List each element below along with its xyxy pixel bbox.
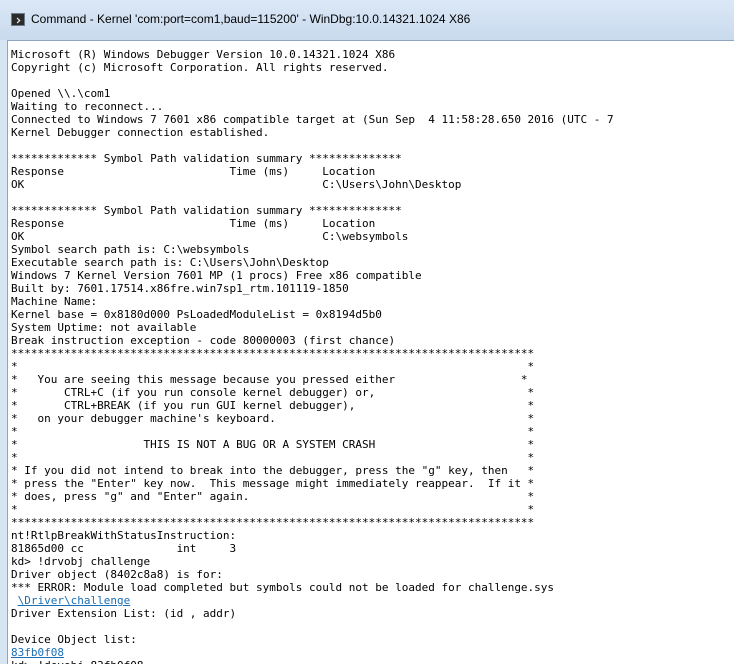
- console-line: Opened \\.\com1: [11, 87, 111, 100]
- window-title: Command - Kernel 'com:port=com1,baud=115…: [31, 12, 471, 26]
- console-line: * *: [11, 503, 535, 516]
- console-line: * on your debugger machine's keyboard. *: [11, 412, 535, 425]
- console-line: * CTRL+BREAK (if you run GUI kernel debu…: [11, 399, 535, 412]
- console-line: nt!RtlpBreakWithStatusInstruction:: [11, 529, 237, 542]
- console-line: Machine Name:: [11, 295, 98, 308]
- windbg-icon: [11, 13, 25, 26]
- console-output: Microsoft (R) Windows Debugger Version 1…: [8, 41, 734, 664]
- console-line: * *: [11, 360, 535, 373]
- console-line: Symbol search path is: C:\websymbols: [11, 243, 250, 256]
- console-line: Windows 7 Kernel Version 7601 MP (1 proc…: [11, 269, 422, 282]
- console-line: * does, press "g" and "Enter" again. *: [11, 490, 535, 503]
- console-line: Executable search path is: C:\Users\John…: [11, 256, 329, 269]
- console-line: Connected to Windows 7 7601 x86 compatib…: [11, 113, 614, 126]
- windbg-window: Command - Kernel 'com:port=com1,baud=115…: [0, 0, 734, 664]
- console-line: OK C:\Users\John\Desktop: [11, 178, 462, 191]
- title-bar[interactable]: Command - Kernel 'com:port=com1,baud=115…: [0, 0, 734, 40]
- console-line: * *: [11, 425, 535, 438]
- console-line: Response Time (ms) Location: [11, 217, 376, 230]
- console-line: ************* Symbol Path validation sum…: [11, 152, 402, 165]
- console-line: Break instruction exception - code 80000…: [11, 334, 396, 347]
- console-line: kd> !devobj 83fb0f08: [11, 659, 143, 664]
- console-line: * You are seeing this message because yo…: [11, 373, 528, 386]
- console-line: Kernel Debugger connection established.: [11, 126, 270, 139]
- console-line: 81865d00 cc int 3: [11, 542, 237, 555]
- command-output-pane[interactable]: Microsoft (R) Windows Debugger Version 1…: [7, 40, 734, 664]
- console-line: Driver Extension List: (id , addr): [11, 607, 237, 620]
- console-line: OK C:\websymbols: [11, 230, 409, 243]
- console-line: System Uptime: not available: [11, 321, 197, 334]
- console-line: Device Object list:: [11, 633, 137, 646]
- console-link[interactable]: 83fb0f08: [11, 646, 64, 659]
- console-line: kd> !drvobj challenge: [11, 555, 151, 568]
- console-line: ************* Symbol Path validation sum…: [11, 204, 402, 217]
- console-line: Built by: 7601.17514.x86fre.win7sp1_rtm.…: [11, 282, 349, 295]
- console-line: Waiting to reconnect...: [11, 100, 164, 113]
- console-line: Response Time (ms) Location: [11, 165, 376, 178]
- console-line: * *: [11, 451, 535, 464]
- console-link[interactable]: \Driver\challenge: [18, 594, 131, 607]
- console-line: Driver object (8402c8a8) is for:: [11, 568, 223, 581]
- console-line: *** ERROR: Module load completed but sym…: [11, 581, 555, 594]
- console-line: * press the "Enter" key now. This messag…: [11, 477, 535, 490]
- console-line: * If you did not intend to break into th…: [11, 464, 535, 477]
- console-line: ****************************************…: [11, 516, 535, 529]
- console-line: Kernel base = 0x8180d000 PsLoadedModuleL…: [11, 308, 382, 321]
- console-line: ****************************************…: [11, 347, 535, 360]
- console-line: Microsoft (R) Windows Debugger Version 1…: [11, 48, 396, 61]
- console-line: Copyright (c) Microsoft Corporation. All…: [11, 61, 389, 74]
- console-line: * CTRL+C (if you run console kernel debu…: [11, 386, 535, 399]
- console-line: * THIS IS NOT A BUG OR A SYSTEM CRASH *: [11, 438, 535, 451]
